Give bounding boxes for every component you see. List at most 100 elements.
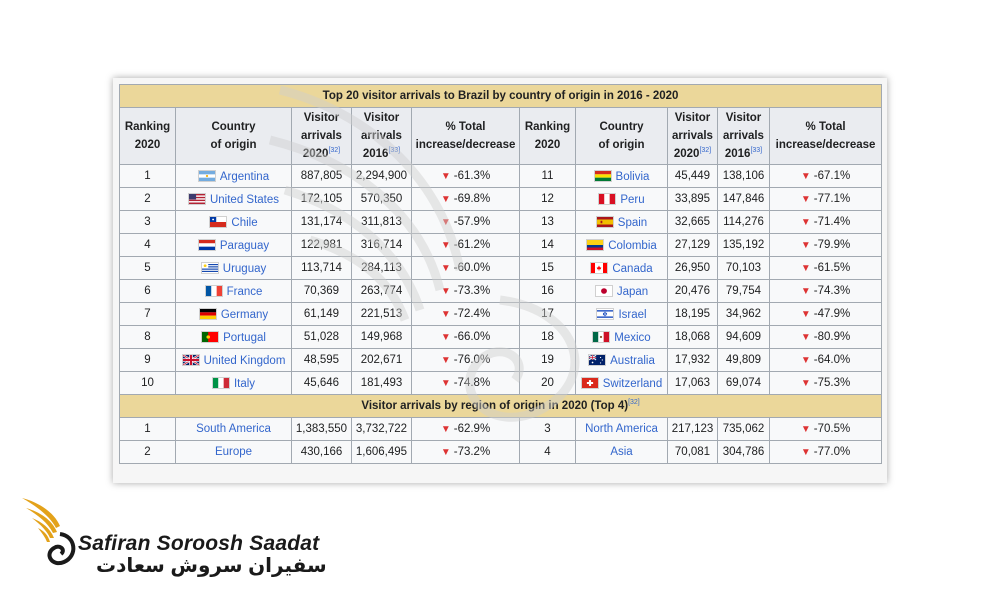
arrivals-2020-cell: 33,895 — [667, 187, 718, 211]
rank-cell: 4 — [119, 233, 176, 257]
region-link[interactable]: South America — [196, 423, 271, 435]
rank-cell: 11 — [519, 164, 576, 188]
arrivals-2020-cell: 26,950 — [667, 256, 718, 280]
pct-change-cell: ▼ -70.5% — [768, 417, 883, 441]
decrease-triangle-icon: ▼ — [800, 194, 811, 205]
header-line: of origin — [210, 139, 257, 151]
country-cell: Peru — [575, 187, 668, 211]
country-link[interactable]: Germany — [221, 309, 268, 321]
region-row: 1 South America 1,383,550 3,732,722 ▼ -62.9% 3… — [119, 417, 883, 441]
reference-link[interactable]: [32] — [699, 147, 711, 154]
visitor-arrivals-table: Top 20 visitor arrivals to Brazil by cou… — [118, 84, 883, 464]
rank-cell: 20 — [519, 371, 576, 395]
pct-value: -80.9% — [813, 331, 851, 343]
country-link[interactable]: United States — [210, 194, 279, 206]
pct-value: -74.3% — [813, 285, 851, 297]
arrivals-2016-cell: 304,786 — [717, 440, 770, 464]
country-cell: Paraguay — [175, 233, 292, 257]
arrivals-2020-cell: 131,174 — [291, 210, 352, 234]
arrivals-2016-cell: 284,113 — [351, 256, 412, 280]
country-cell: Argentina — [175, 164, 292, 188]
country-link[interactable]: Switzerland — [603, 378, 662, 390]
region-link[interactable]: Asia — [610, 446, 632, 458]
country-link[interactable]: Portugal — [223, 332, 266, 344]
country-link[interactable]: Mexico — [614, 332, 650, 344]
country-link[interactable]: Uruguay — [223, 263, 266, 275]
decrease-triangle-icon: ▼ — [800, 378, 811, 389]
header-line: increase/decrease — [415, 139, 516, 151]
reference-link[interactable]: [33] — [388, 147, 400, 154]
rank-cell: 17 — [519, 302, 576, 326]
australia-flag-icon — [588, 353, 607, 366]
pct-value: -67.1% — [813, 170, 851, 182]
country-link[interactable]: France — [227, 286, 263, 298]
pct-change-cell: ▼ -73.2% — [411, 440, 520, 464]
rank-cell: 2 — [119, 440, 176, 464]
header-country: Country of origin — [175, 107, 292, 165]
arrivals-2020-cell: 430,166 — [291, 440, 352, 464]
country-link[interactable]: Argentina — [220, 171, 269, 183]
reference-link[interactable]: [32] — [328, 147, 340, 154]
rank-cell: 3 — [119, 210, 176, 234]
arrivals-2016-cell: 34,962 — [717, 302, 770, 326]
country-link[interactable]: Spain — [618, 217, 647, 229]
arrivals-2020-cell: 45,646 — [291, 371, 352, 395]
header-line: of origin — [598, 139, 645, 151]
rank-cell: 6 — [119, 279, 176, 303]
decrease-triangle-icon: ▼ — [440, 332, 451, 343]
table-row: 9 United Kingdom 48,595 202,671 ▼ -76.0% 19 Aus… — [119, 348, 883, 372]
arrivals-2016-cell: 49,809 — [717, 348, 770, 372]
region-link[interactable]: North America — [585, 423, 658, 435]
arrivals-2016-cell: 311,813 — [351, 210, 412, 234]
arrivals-2020-cell: 70,081 — [667, 440, 718, 464]
header-line: Visitor — [363, 112, 400, 124]
arrivals-2016-cell: 181,493 — [351, 371, 412, 395]
country-link[interactable]: Bolivia — [616, 171, 650, 183]
header-year: 2016 — [362, 148, 389, 160]
header-line: Country — [211, 121, 256, 133]
table-row: 4 Paraguay 122,981 316,714 ▼ -61.2% 14 Colombia… — [119, 233, 883, 257]
arrivals-2016-cell: 202,671 — [351, 348, 412, 372]
region-link[interactable]: Europe — [215, 446, 252, 458]
header-line: 2020 — [134, 139, 161, 151]
pct-value: -72.4% — [453, 308, 491, 320]
table-row: 2 United States 172,105 570,350 ▼ -69.8% 12 Per… — [119, 187, 883, 211]
header-line: Visitor — [303, 112, 340, 124]
japan-flag-icon — [594, 284, 613, 297]
decrease-triangle-icon: ▼ — [800, 217, 811, 228]
rank-cell: 4 — [519, 440, 576, 464]
rank-cell: 3 — [519, 417, 576, 441]
decrease-triangle-icon: ▼ — [440, 240, 451, 251]
rank-cell: 18 — [519, 325, 576, 349]
rank-cell: 1 — [119, 164, 176, 188]
pct-value: -73.3% — [453, 285, 491, 297]
country-link[interactable]: Australia — [610, 355, 655, 367]
country-link[interactable]: Italy — [234, 378, 255, 390]
country-link[interactable]: Japan — [617, 286, 648, 298]
wiki-table-card: Top 20 visitor arrivals to Brazil by cou… — [113, 78, 887, 483]
pct-change-cell: ▼ -76.0% — [411, 348, 520, 372]
country-link[interactable]: United Kingdom — [204, 355, 286, 367]
arrivals-2016-cell: 3,732,722 — [351, 417, 412, 441]
arrivals-2016-cell: 570,350 — [351, 187, 412, 211]
decrease-triangle-icon: ▼ — [440, 171, 451, 182]
country-cell: United Kingdom — [175, 348, 292, 372]
colombia-flag-icon — [586, 238, 605, 251]
arrivals-2020-cell: 17,932 — [667, 348, 718, 372]
country-link[interactable]: Canada — [612, 263, 652, 275]
country-link[interactable]: Peru — [620, 194, 644, 206]
decrease-triangle-icon: ▼ — [800, 332, 811, 343]
decrease-triangle-icon: ▼ — [800, 286, 811, 297]
country-link[interactable]: Colombia — [608, 240, 657, 252]
country-link[interactable]: Chile — [231, 217, 257, 229]
decrease-triangle-icon: ▼ — [440, 263, 451, 274]
reference-link[interactable]: [33] — [750, 147, 762, 154]
arrivals-2020-cell: 61,149 — [291, 302, 352, 326]
country-link[interactable]: Israel — [618, 309, 646, 321]
header-line: % Total — [805, 121, 846, 133]
rank-cell: 16 — [519, 279, 576, 303]
country-link[interactable]: Paraguay — [220, 240, 269, 252]
reference-link[interactable]: [32] — [628, 399, 640, 406]
table-row: 6 France 70,369 263,774 ▼ -73.3% 16 Japan 20,476… — [119, 279, 883, 303]
arrivals-2020-cell: 172,105 — [291, 187, 352, 211]
